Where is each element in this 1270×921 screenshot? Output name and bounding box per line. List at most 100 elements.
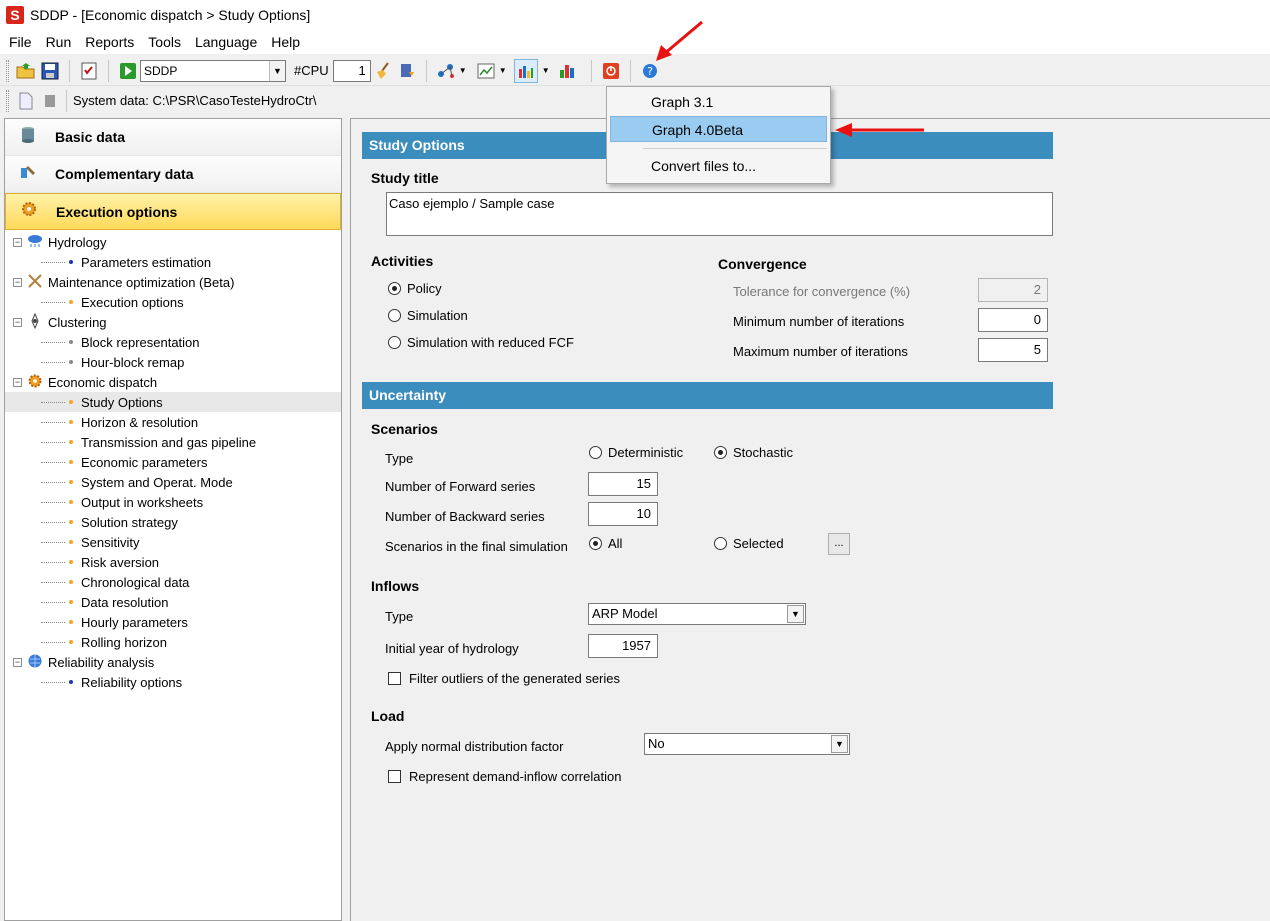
menu-item-graph-4-0-beta[interactable]: Graph 4.0Beta (610, 116, 827, 142)
menu-tools[interactable]: Tools (141, 30, 188, 54)
tree-item-solution-strategy[interactable]: Solution strategy (5, 512, 341, 532)
tree-node-reliability-analysis[interactable]: − Reliability analysis (5, 652, 341, 672)
chevron-down-icon[interactable]: ▼ (787, 605, 804, 623)
tree-connector (41, 501, 65, 503)
gear-icon (18, 200, 40, 223)
tree-item-reliability-options[interactable]: Reliability options (5, 672, 341, 692)
activity-simulation-reduced-fcf-radio[interactable]: Simulation with reduced FCF (388, 335, 574, 350)
section-complementary-data[interactable]: Complementary data (5, 156, 341, 193)
menu-item-convert-files[interactable]: Convert files to... (610, 153, 827, 179)
collapse-icon[interactable]: − (13, 657, 22, 667)
tree-item-sensitivity[interactable]: Sensitivity (5, 532, 341, 552)
tree-item-parameters-estimation[interactable]: Parameters estimation (5, 252, 341, 272)
final-simulation-label: Scenarios in the final simulation (385, 539, 568, 554)
chevron-down-icon[interactable]: ▼ (269, 60, 285, 81)
menu-file[interactable]: File (0, 30, 39, 54)
select-scenarios-button[interactable]: ... (828, 533, 850, 555)
document-icon[interactable] (14, 89, 38, 113)
bullet-icon (69, 640, 73, 644)
demand-inflow-correlation-checkbox[interactable]: Represent demand-inflow correlation (388, 769, 621, 784)
chevron-down-icon[interactable]: ▼ (498, 59, 508, 83)
tree-connector (41, 541, 65, 543)
scenarios-all-radio[interactable]: All (589, 536, 622, 551)
tree-item-block-representation[interactable]: Block representation (5, 332, 341, 352)
normal-distribution-select[interactable]: No ▼ (644, 733, 850, 755)
run-icon[interactable] (116, 59, 140, 83)
save-icon[interactable] (38, 59, 62, 83)
tree-item-label: Economic parameters (81, 454, 208, 470)
toolbar-grip[interactable] (6, 59, 9, 82)
section-basic-data[interactable]: Basic data (5, 119, 341, 156)
collapse-icon[interactable]: − (13, 317, 22, 327)
scenario-type-label: Type (385, 451, 414, 466)
bullet-icon (69, 600, 73, 604)
tree-node-economic-dispatch[interactable]: − Economic dispatch (5, 372, 341, 392)
menu-item-graph-3-1[interactable]: Graph 3.1 (610, 89, 827, 115)
tree-item-rolling-horizon[interactable]: Rolling horizon (5, 632, 341, 652)
model-select[interactable]: SDDP ▼ (140, 59, 286, 82)
collapse-icon[interactable]: − (13, 277, 22, 287)
line-chart-icon[interactable] (474, 59, 498, 83)
graph-dropdown-menu: Graph 3.1 Graph 4.0Beta Convert files to… (606, 86, 831, 184)
tree-node-clustering[interactable]: − Clustering (5, 312, 341, 332)
activity-simulation-radio[interactable]: Simulation (388, 308, 468, 323)
tree-item-execution-options[interactable]: Execution options (5, 292, 341, 312)
initial-year-input[interactable]: 1957 (588, 634, 658, 658)
tree-item-transmission-gas-pipeline[interactable]: Transmission and gas pipeline (5, 432, 341, 452)
toolbar-separator (629, 59, 631, 82)
deterministic-radio[interactable]: Deterministic (589, 445, 683, 460)
section-execution-options[interactable]: Execution options (5, 193, 341, 230)
tree-item-output-worksheets[interactable]: Output in worksheets (5, 492, 341, 512)
backward-series-input[interactable]: 10 (588, 502, 658, 526)
tree-item-hour-block-remap[interactable]: Hour-block remap (5, 352, 341, 372)
database-export-icon[interactable] (395, 59, 419, 83)
bar-chart-icon[interactable] (513, 58, 538, 83)
tree-node-label: Economic dispatch (48, 374, 158, 390)
inflow-type-select[interactable]: ARP Model ▼ (588, 603, 806, 625)
stop-icon[interactable] (599, 59, 623, 83)
study-title-heading: Study title (371, 170, 439, 186)
tree-item-system-operat-mode[interactable]: System and Operat. Mode (5, 472, 341, 492)
model-select-value: SDDP (144, 63, 178, 78)
menu-run[interactable]: Run (39, 30, 79, 54)
menu-reports[interactable]: Reports (78, 30, 141, 54)
forward-series-input[interactable]: 15 (588, 472, 658, 496)
tree-item-hourly-parameters[interactable]: Hourly parameters (5, 612, 341, 632)
collapse-icon[interactable]: − (13, 377, 22, 387)
broom-icon[interactable] (371, 59, 395, 83)
tree-item-risk-aversion[interactable]: Risk aversion (5, 552, 341, 572)
graph-colorful-icon[interactable] (555, 59, 579, 83)
toolbar-separator (590, 59, 592, 82)
radio-icon (388, 309, 401, 322)
max-iterations-input[interactable]: 5 (978, 338, 1048, 362)
menu-language[interactable]: Language (188, 30, 264, 54)
stamp-icon[interactable] (38, 89, 62, 113)
tree-item-economic-parameters[interactable]: Economic parameters (5, 452, 341, 472)
graph-menu-dropdown-arrow[interactable]: ▼ (541, 59, 551, 83)
tree-node-hydrology[interactable]: − Hydrology (5, 232, 341, 252)
chevron-down-icon[interactable]: ▼ (458, 59, 468, 83)
collapse-icon[interactable]: − (13, 237, 22, 247)
chevron-down-icon[interactable]: ▼ (831, 735, 848, 753)
tree-item-horizon-resolution[interactable]: Horizon & resolution (5, 412, 341, 432)
filter-outliers-checkbox[interactable]: Filter outliers of the generated series (388, 671, 620, 686)
tree-node-maintenance-optimization[interactable]: − Maintenance optimization (Beta) (5, 272, 341, 292)
radio-icon (388, 336, 401, 349)
tree-item-label: Horizon & resolution (81, 414, 199, 430)
cpu-input[interactable]: 1 (332, 59, 371, 82)
activity-policy-radio[interactable]: Policy (388, 281, 442, 296)
menu-help[interactable]: Help (264, 30, 307, 54)
tolerance-input[interactable]: 2 (978, 278, 1048, 302)
help-icon[interactable]: ? (638, 59, 662, 83)
min-iterations-input[interactable]: 0 (978, 308, 1048, 332)
toolbar-grip[interactable] (6, 90, 9, 112)
network-icon[interactable] (434, 59, 458, 83)
stochastic-radio[interactable]: Stochastic (714, 445, 793, 460)
scenarios-selected-radio[interactable]: Selected (714, 536, 784, 551)
study-title-input[interactable]: Caso ejemplo / Sample case (386, 192, 1053, 236)
open-folder-icon[interactable] (14, 59, 38, 83)
tree-item-study-options[interactable]: Study Options (5, 392, 341, 412)
tree-item-data-resolution[interactable]: Data resolution (5, 592, 341, 612)
checklist-icon[interactable] (77, 59, 101, 83)
tree-item-chronological-data[interactable]: Chronological data (5, 572, 341, 592)
